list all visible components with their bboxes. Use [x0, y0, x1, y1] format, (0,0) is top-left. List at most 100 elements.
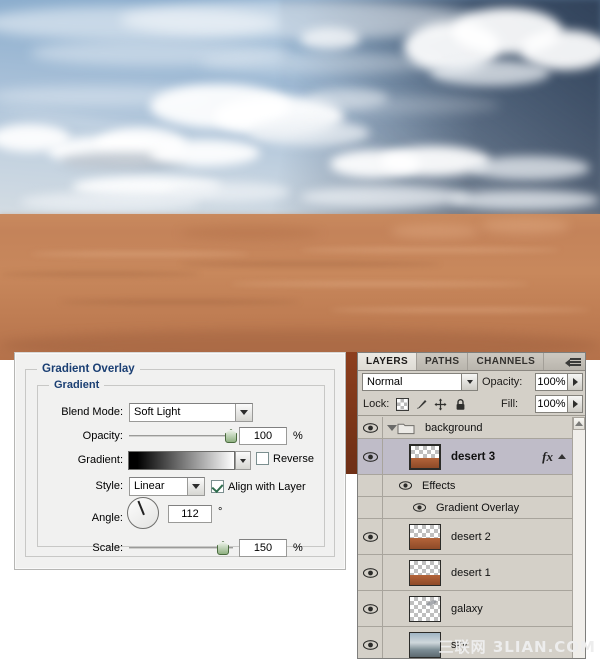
tab-channels[interactable]: CHANNELS [468, 353, 545, 370]
gradient-overlay-dialog: Gradient Overlay Gradient Blend Mode: So… [14, 352, 346, 570]
fx-icon: fx [542, 448, 553, 464]
sand-ripple [230, 282, 530, 286]
layer-opacity-input[interactable]: 100% [535, 373, 568, 391]
style-label: Style: [95, 480, 123, 492]
lock-position-icon[interactable] [434, 398, 447, 411]
cloud [20, 192, 200, 212]
reverse-checkbox[interactable] [256, 452, 269, 465]
layer-thumbnail[interactable] [409, 523, 441, 550]
scale-label: Scale: [92, 542, 123, 554]
gradient-preview-swatch[interactable] [128, 451, 235, 470]
lock-label: Lock: [363, 398, 390, 410]
cirrus-wisp [200, 52, 440, 74]
cloud [250, 120, 370, 146]
layer-thumbnail[interactable] [409, 595, 441, 622]
visibility-toggle[interactable] [358, 439, 383, 474]
tab-layers[interactable]: LAYERS [358, 353, 418, 370]
thumb-sand [410, 575, 440, 585]
style-select[interactable]: Linear [129, 477, 205, 496]
layer-list-scrollbar[interactable] [572, 417, 585, 658]
layer-row-desert-3[interactable]: desert 3 fx [358, 439, 572, 475]
blend-mode-select[interactable]: Soft Light [129, 403, 253, 422]
group-expand-arrow-icon[interactable] [387, 424, 397, 431]
eye-icon[interactable] [413, 503, 426, 512]
layer-row-gradient-overlay[interactable]: Gradient Overlay [358, 497, 572, 519]
layer-row-desert-1[interactable]: desert 1 [358, 555, 572, 591]
visibility-cell [358, 497, 383, 518]
layer-name: desert 1 [451, 566, 491, 579]
chevron-down-icon[interactable] [235, 404, 252, 421]
cloud [430, 60, 550, 86]
chevron-down-icon[interactable] [461, 374, 477, 390]
blend-mode-value: Soft Light [134, 406, 181, 418]
layer-row-effects[interactable]: Effects [358, 475, 572, 497]
gradient-picker-chevron-down-icon[interactable] [235, 451, 251, 470]
layer-name: desert 3 [451, 450, 496, 463]
effects-label: Effects [422, 479, 456, 492]
eye-icon [362, 603, 378, 614]
visibility-toggle[interactable] [358, 519, 383, 554]
sand-ripple [330, 308, 590, 312]
tab-paths[interactable]: PATHS [417, 353, 469, 370]
eye-icon [362, 567, 378, 578]
eye-icon [362, 639, 378, 650]
fill-label: Fill: [501, 398, 519, 410]
lock-transparency-icon[interactable] [396, 398, 409, 411]
visibility-toggle[interactable] [358, 591, 383, 626]
scale-slider[interactable] [129, 539, 233, 557]
align-with-layer-label: Align with Layer [228, 481, 306, 493]
opacity-input[interactable]: 100 [239, 427, 287, 445]
lock-all-icon[interactable] [454, 398, 467, 411]
sand-ripple [0, 272, 200, 276]
opacity-unit: % [293, 430, 303, 442]
scale-input[interactable]: 150 [239, 539, 287, 557]
gradient-group-title: Gradient [49, 379, 105, 391]
layer-name: background [425, 421, 483, 434]
scale-unit: % [293, 542, 303, 554]
sand-ripple [60, 300, 300, 304]
chevron-down-icon[interactable] [187, 478, 204, 495]
layer-opacity-stepper[interactable] [568, 373, 583, 391]
image-canvas [0, 0, 600, 360]
scroll-up-arrow-icon[interactable] [573, 417, 585, 430]
opacity-slider[interactable] [129, 427, 237, 445]
visibility-toggle[interactable] [358, 627, 383, 658]
lock-image-icon[interactable] [415, 398, 428, 411]
angle-needle [137, 500, 145, 516]
layer-thumbnail[interactable] [409, 559, 441, 586]
angle-unit: ° [218, 506, 223, 518]
angle-label: Angle: [91, 512, 123, 524]
layer-row-background[interactable]: background [358, 417, 572, 439]
fill-input[interactable]: 100% [535, 395, 568, 413]
layer-opacity-label: Opacity: [482, 376, 523, 388]
dune [390, 224, 480, 238]
blend-mode-label: Blend Mode: [61, 406, 123, 418]
layers-panel: LAYERS PATHS CHANNELS Normal Opacity: 10… [357, 352, 586, 659]
panel-menu-icon[interactable] [565, 356, 581, 368]
effects-collapse-arrow-icon[interactable] [558, 454, 566, 459]
sand-ripple [300, 248, 560, 252]
folder-icon [397, 421, 415, 435]
angle-input[interactable]: 112 [168, 505, 212, 523]
sand-ripple [180, 262, 440, 266]
visibility-toggle[interactable] [358, 417, 383, 438]
eye-icon [362, 451, 378, 462]
layer-blend-mode-select[interactable]: Normal [362, 373, 478, 391]
scale-slider-thumb[interactable] [217, 541, 229, 555]
layer-row-desert-2[interactable]: desert 2 [358, 519, 572, 555]
visibility-cell [358, 475, 383, 496]
thumb-sand [411, 457, 439, 468]
layer-effects-indicator[interactable]: fx [542, 449, 566, 465]
cloud [450, 190, 600, 210]
thumb-sand [410, 537, 440, 549]
angle-dial[interactable] [127, 497, 159, 529]
visibility-toggle[interactable] [358, 555, 383, 590]
gradient-label: Gradient: [77, 454, 123, 466]
layer-row-galaxy[interactable]: galaxy [358, 591, 572, 627]
fill-stepper[interactable] [568, 395, 583, 413]
layer-thumbnail[interactable] [409, 443, 441, 470]
eye-icon[interactable] [399, 481, 412, 490]
layer-thumbnail[interactable] [409, 631, 441, 658]
effect-name: Gradient Overlay [436, 501, 520, 514]
align-with-layer-checkbox[interactable] [211, 480, 224, 493]
